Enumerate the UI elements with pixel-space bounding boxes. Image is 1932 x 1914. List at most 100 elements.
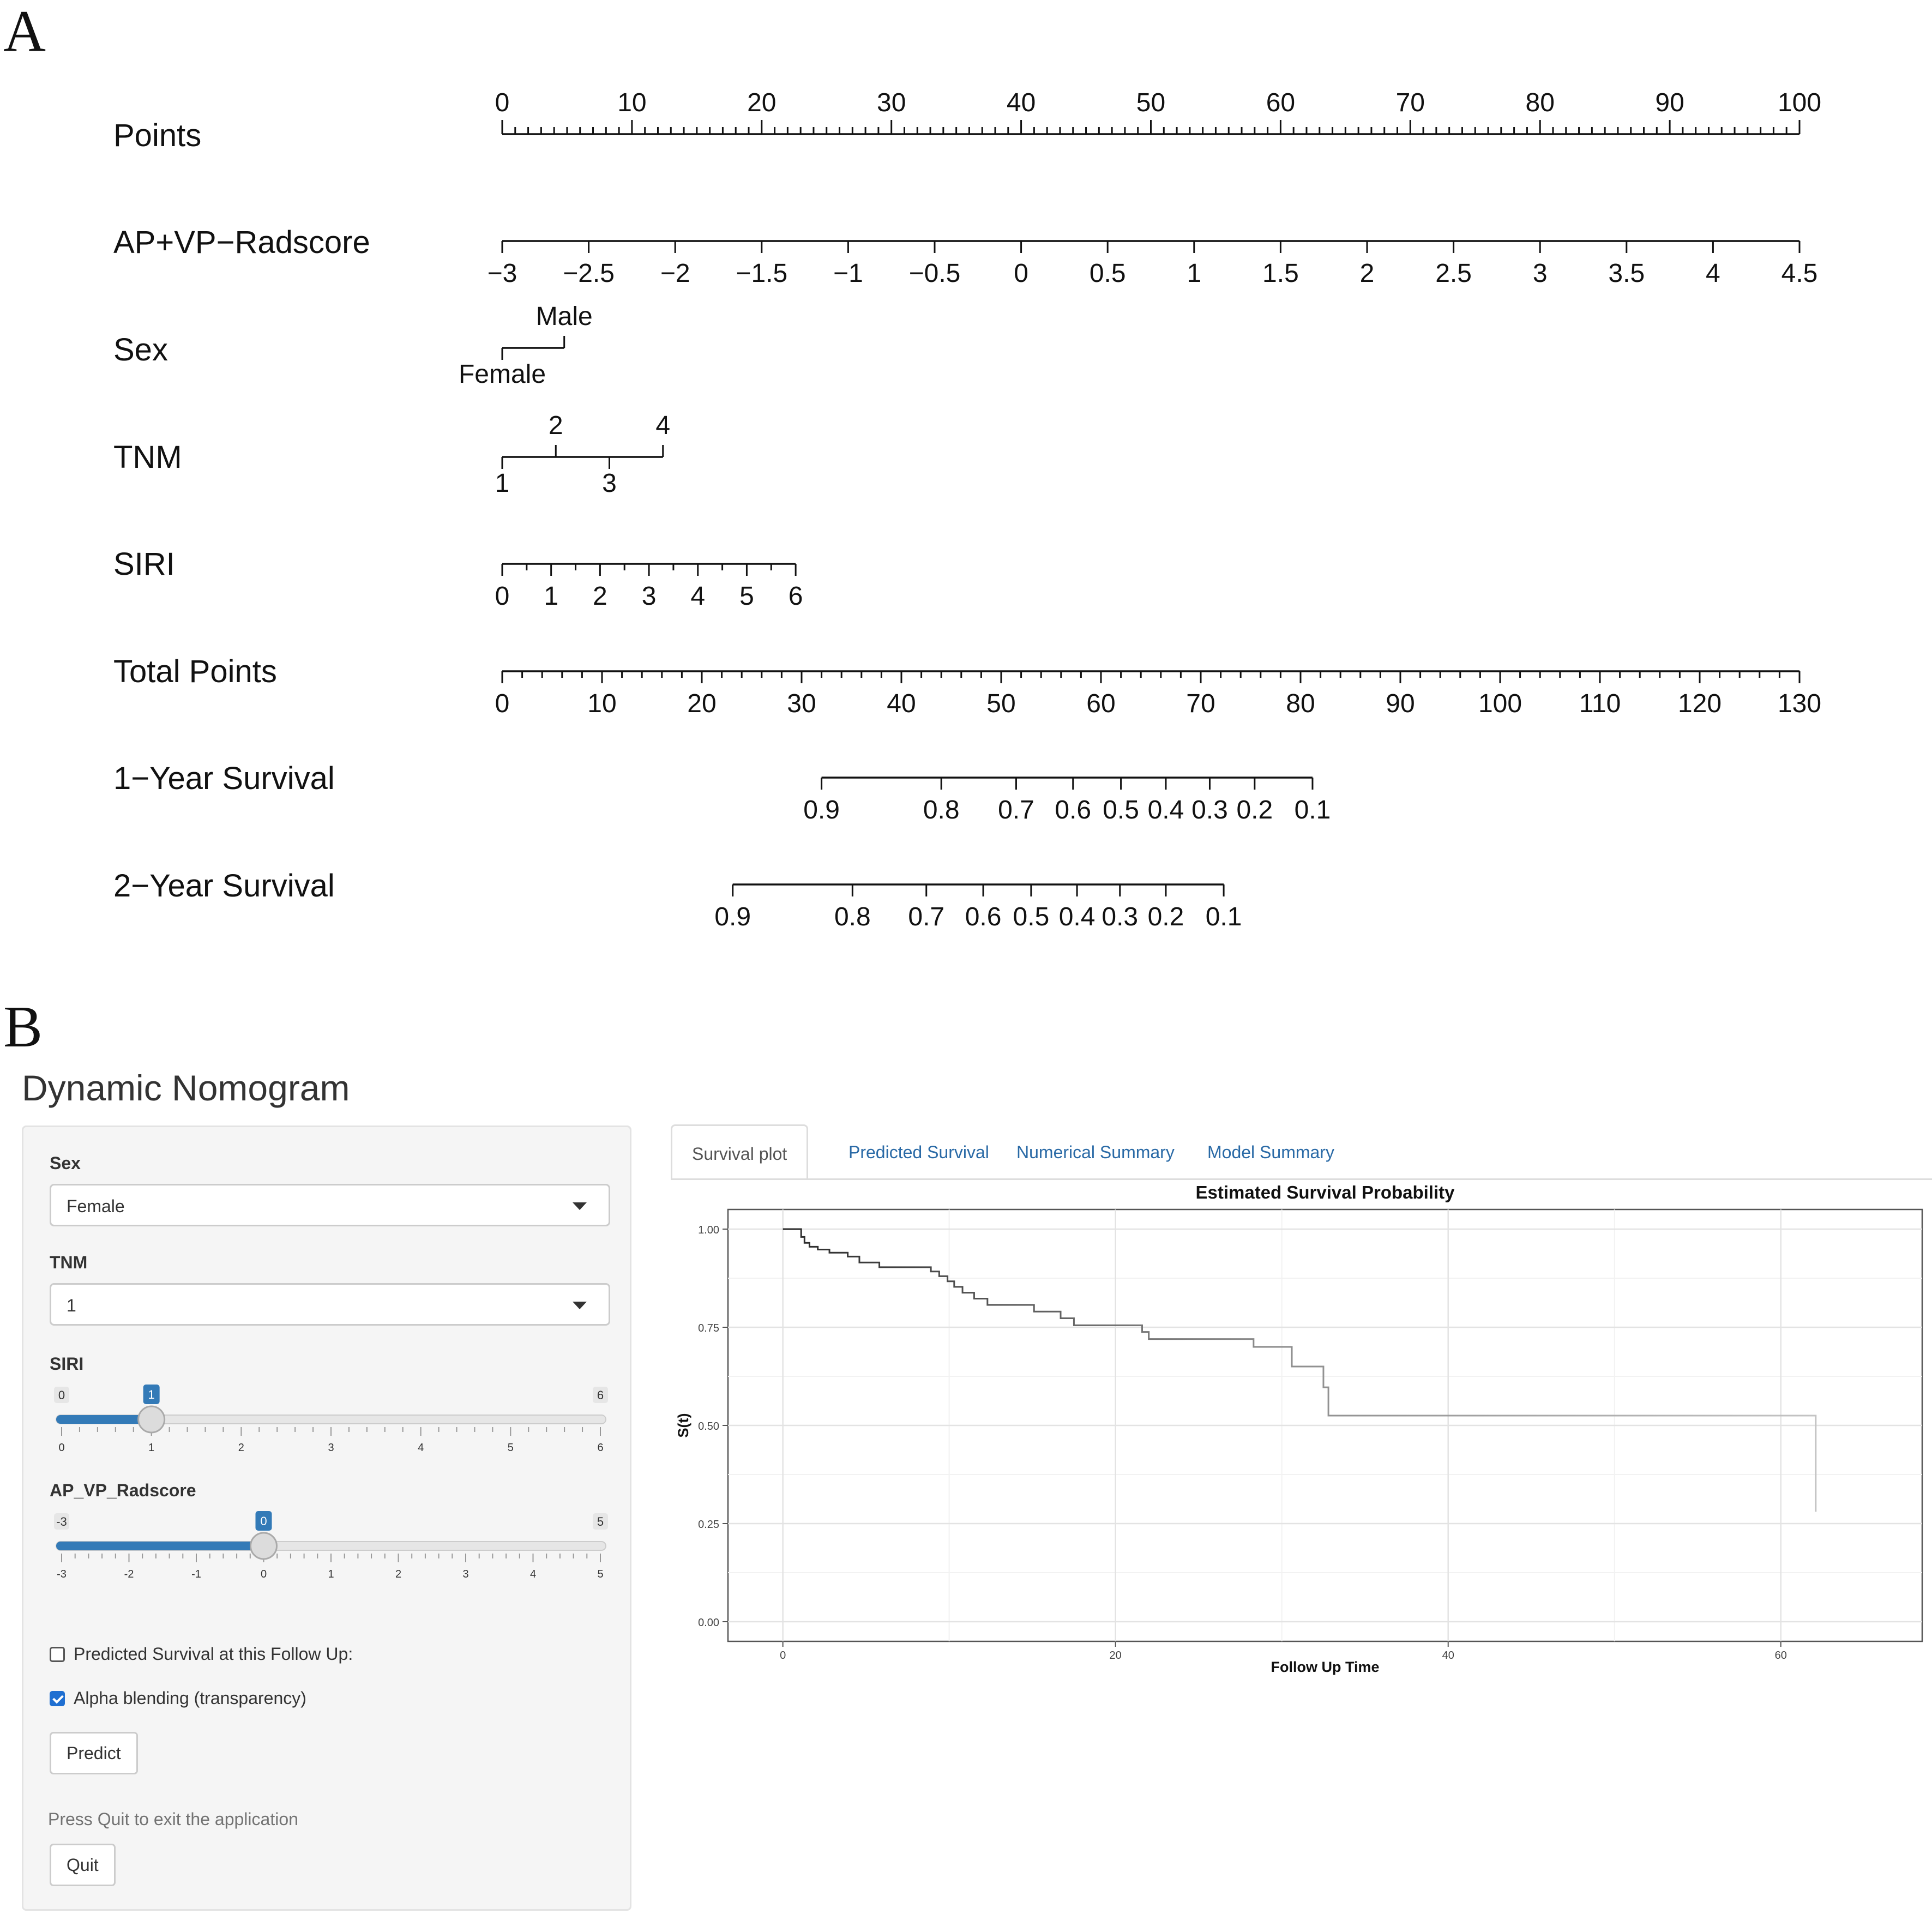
sidebar-panel: Sex Female TNM 1 SIRI 0 6 0 1 2 3 4 5 6 1 AP_VP_R… (22, 1125, 631, 1911)
slider-tick-label: 0 (58, 1442, 64, 1454)
survival_1yr-tick-label: 0.8 (923, 796, 960, 824)
survival_2yr-tick-label: 0.2 (1148, 902, 1184, 931)
survival_1yr-tick-label: 0.3 (1191, 796, 1228, 824)
radscore-slider[interactable]: -3 5 -3 -2 -1 0 1 2 3 4 5 0 (47, 1510, 615, 1597)
help-text: Press Quit to exit the application (48, 1809, 298, 1829)
tnm-select-value: 1 (67, 1296, 76, 1315)
slider-fill (56, 1415, 152, 1424)
survival_1yr-tick-label: 0.1 (1295, 796, 1331, 824)
points-tick-label: 40 (1007, 88, 1036, 117)
x-tick-label: 0 (780, 1650, 786, 1662)
total-points-tick-label: 70 (1186, 689, 1215, 718)
tab-predicted-survival[interactable]: Predicted Survival (829, 1124, 1009, 1179)
tab-numerical-summary[interactable]: Numerical Summary (997, 1124, 1194, 1179)
tab-model-summary[interactable]: Model Summary (1188, 1124, 1354, 1179)
total-points-tick-label: 100 (1478, 689, 1522, 718)
x-tick-label: 20 (1110, 1650, 1122, 1662)
row-label: 2−Year Survival (113, 868, 335, 904)
survival_2yr-tick-label: 0.4 (1059, 902, 1096, 931)
sex-female-label: Female (459, 360, 546, 389)
survival_1yr-tick-label: 0.2 (1236, 796, 1273, 824)
radscore-tick-label: 1.5 (1262, 259, 1299, 288)
sex-select[interactable]: Female (50, 1184, 610, 1226)
radscore-tick-label: −2 (660, 259, 690, 288)
predicted-survival-checkbox[interactable]: Predicted Survival at this Follow Up: (50, 1643, 353, 1665)
points-tick-label: 90 (1655, 88, 1684, 117)
slider-handle (250, 1532, 278, 1560)
slider-tick-label: 2 (395, 1568, 401, 1580)
caret-down-icon (573, 1202, 587, 1210)
slider-tick-label: 2 (238, 1442, 244, 1454)
total-points-tick-label: 0 (495, 689, 510, 718)
total-points-tick-label: 40 (887, 689, 916, 718)
app-title: Dynamic Nomogram (22, 1068, 350, 1108)
points-tick-label: 60 (1266, 88, 1295, 117)
radscore-tick-label: 2.5 (1435, 259, 1472, 288)
siri-tick-label: 6 (789, 582, 803, 611)
y-tick-label: 0.50 (698, 1421, 719, 1433)
radscore-tick-label: −2.5 (563, 259, 615, 288)
siri-tick-label: 5 (739, 582, 754, 611)
slider-tick-label: 4 (418, 1442, 424, 1454)
checkbox-box[interactable] (50, 1647, 65, 1662)
survival_2yr-tick-label: 0.3 (1102, 902, 1138, 931)
total-points-tick-label: 80 (1286, 689, 1315, 718)
siri-tick-label: 2 (593, 582, 607, 611)
radscore-tick-label: 0 (1014, 259, 1028, 288)
survival_1yr-tick-label: 0.6 (1055, 796, 1091, 824)
total-points-tick-label: 90 (1386, 689, 1415, 718)
row-label: AP+VP−Radscore (113, 225, 370, 260)
slider-fill (56, 1542, 264, 1550)
siri-label: SIRI (50, 1354, 84, 1374)
radscore-tick-label: 4 (1706, 259, 1720, 288)
total-points-tick-label: 10 (587, 689, 616, 718)
quit-button[interactable]: Quit (50, 1844, 116, 1886)
slider-tick-label: 5 (508, 1442, 514, 1454)
radscore-tick-label: 3.5 (1608, 259, 1645, 288)
slider-tick-label: -1 (191, 1568, 201, 1580)
panel-label-b: B (3, 995, 43, 1060)
tab-survival-plot[interactable]: Survival plot (671, 1124, 809, 1179)
slider-tick-label: 1 (328, 1568, 334, 1580)
tnm-tick-label: 4 (655, 411, 670, 440)
siri-tick-label: 3 (642, 582, 657, 611)
radscore-tick-label: 1 (1187, 259, 1201, 288)
siri-slider[interactable]: 0 6 0 1 2 3 4 5 6 1 (47, 1383, 615, 1471)
slider-range-label: 6 (597, 1388, 604, 1402)
total-points-tick-label: 130 (1778, 689, 1821, 718)
siri-tick-label: 4 (690, 582, 705, 611)
x-axis-label: Follow Up Time (1271, 1659, 1379, 1675)
y-axis-label: S(t) (675, 1413, 691, 1438)
slider-value-label: 1 (148, 1388, 155, 1401)
points-tick-label: 50 (1136, 88, 1165, 117)
survival_2yr-tick-label: 0.8 (834, 902, 871, 931)
survival_1yr-tick-label: 0.5 (1103, 796, 1139, 824)
radscore-tick-label: −1 (833, 259, 863, 288)
row-label: Points (113, 118, 201, 153)
tnm-label: TNM (50, 1253, 88, 1272)
plot-panel (727, 1208, 1923, 1642)
row-label: Total Points (113, 654, 277, 689)
points-tick-label: 70 (1396, 88, 1425, 117)
radscore-tick-label: −0.5 (909, 259, 961, 288)
radscore-tick-label: 4.5 (1781, 259, 1818, 288)
row-label: SIRI (113, 546, 175, 582)
total-points-tick-label: 30 (787, 689, 816, 718)
points-tick-label: 80 (1526, 88, 1555, 117)
sex-male-label: Male (536, 302, 593, 331)
panel-label-a: A (3, 0, 46, 64)
radscore-label: AP_VP_Radscore (50, 1480, 196, 1500)
y-tick-label: 0.75 (698, 1322, 719, 1334)
tab-bar: Survival plot Predicted Survival Numeric… (671, 1124, 1932, 1179)
tnm-select[interactable]: 1 (50, 1283, 610, 1326)
predict-button[interactable]: Predict (50, 1732, 138, 1774)
slider-tick-label: 3 (328, 1442, 334, 1454)
slider-value-label: 0 (260, 1514, 267, 1528)
alpha-blending-checkbox[interactable]: Alpha blending (transparency) (50, 1687, 306, 1709)
total-points-tick-label: 120 (1678, 689, 1722, 718)
x-tick-label: 60 (1775, 1650, 1787, 1662)
checkbox-label: Alpha blending (transparency) (74, 1688, 306, 1708)
checkbox-box[interactable] (50, 1691, 65, 1706)
survival_2yr-tick-label: 0.9 (714, 902, 751, 931)
radscore-tick-label: 0.5 (1090, 259, 1126, 288)
